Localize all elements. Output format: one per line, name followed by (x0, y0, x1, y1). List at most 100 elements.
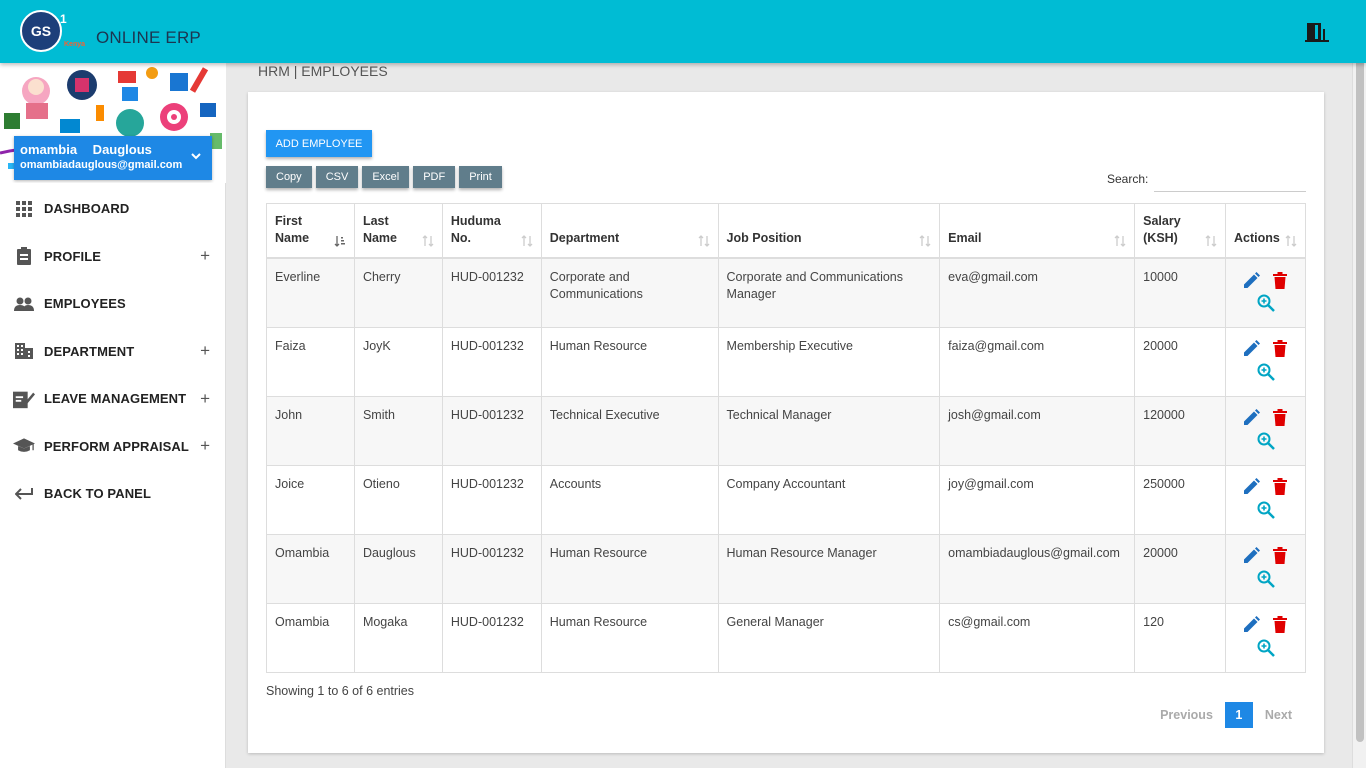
pencil-icon[interactable] (1243, 409, 1261, 427)
table-cell: 120 (1134, 603, 1227, 673)
table-cell: HUD-001232 (441, 327, 542, 397)
sidebar-item-perform-appraisal[interactable]: PERFORM APPRAISAL + (0, 423, 226, 471)
add-employee-button[interactable]: ADD EMPLOYEE (266, 130, 372, 157)
people-icon (13, 293, 35, 315)
trash-icon[interactable] (1271, 478, 1289, 496)
pencil-icon[interactable] (1243, 271, 1261, 289)
trash-icon[interactable] (1271, 616, 1289, 634)
zoom-in-icon[interactable] (1257, 294, 1275, 312)
trash-icon[interactable] (1271, 409, 1289, 427)
user-name: omambia Dauglous (20, 142, 152, 157)
gs1-logo: GS 1 Kenya (20, 10, 85, 52)
user-email: omambiadauglous@gmail.com (20, 159, 183, 171)
clipboard-icon (13, 245, 35, 267)
sidebar-item-label: EMPLOYEES (44, 296, 126, 312)
expand-plus-icon[interactable]: + (200, 389, 210, 409)
zoom-in-icon[interactable] (1257, 501, 1275, 519)
zoom-in-icon[interactable] (1257, 639, 1275, 657)
sidebar-item-profile[interactable]: PROFILE + (0, 233, 226, 281)
column-header[interactable]: Department (540, 203, 719, 259)
logo-mark: GS (20, 10, 62, 52)
table-cell: John (266, 396, 355, 466)
sort-icon (698, 235, 709, 247)
sort-icon (1205, 235, 1217, 247)
scrollbar-thumb[interactable] (1356, 26, 1364, 742)
copy-button[interactable]: Copy (266, 166, 312, 188)
column-header[interactable]: Job Position (717, 203, 941, 259)
exit-door-icon[interactable] (1304, 21, 1330, 43)
pencil-icon[interactable] (1243, 478, 1261, 496)
table-row: Faiza JoyK HUD-001232 Human Resource Members… (266, 327, 1306, 397)
column-header[interactable]: Last Name (353, 203, 443, 259)
table-cell: Mogaka (353, 603, 443, 673)
previous-button[interactable]: Previous (1148, 708, 1225, 722)
excel-button[interactable]: Excel (362, 166, 410, 188)
actions-cell (1225, 603, 1306, 673)
table-info: Showing 1 to 6 of 6 entries (266, 684, 415, 698)
pdf-button[interactable]: PDF (413, 166, 456, 188)
table-cell: Cherry (353, 258, 443, 328)
next-button[interactable]: Next (1253, 708, 1304, 722)
page-scrollbar[interactable] (1352, 0, 1366, 768)
expand-plus-icon[interactable]: + (200, 436, 210, 456)
trash-icon[interactable] (1271, 340, 1289, 358)
table-cell: HUD-001232 (441, 603, 542, 673)
table-cell: Human Resource Manager (717, 534, 941, 604)
table-cell: 20000 (1134, 327, 1227, 397)
sidebar-item-label: DASHBOARD (44, 201, 130, 217)
table-cell: Joice (266, 465, 355, 535)
table-cell: eva@gmail.com (939, 258, 1136, 328)
sidebar-item-department[interactable]: DEPARTMENT + (0, 328, 226, 376)
column-header[interactable]: First Name (266, 203, 355, 259)
trash-icon[interactable] (1271, 547, 1289, 565)
top-bar: GS 1 Kenya ONLINE ERP (0, 0, 1366, 63)
pencil-icon[interactable] (1243, 340, 1261, 358)
sidebar-item-back-to-panel[interactable]: BACK TO PANEL (0, 470, 226, 518)
column-header[interactable]: Huduma No. (441, 203, 542, 259)
csv-button[interactable]: CSV (315, 166, 359, 188)
expand-plus-icon[interactable]: + (200, 246, 210, 266)
column-header-label: Name (362, 231, 397, 245)
pencil-icon[interactable] (1243, 616, 1261, 634)
chevron-down-icon[interactable] (190, 150, 202, 162)
table-cell: cs@gmail.com (939, 603, 1136, 673)
column-header-label: First (275, 214, 303, 228)
table-row: Everline Cherry HUD-001232 Corporate and Co… (266, 258, 1306, 328)
pagination: Previous 1 Next (1148, 702, 1304, 728)
column-header[interactable]: Email (939, 203, 1136, 259)
table-cell: JoyK (353, 327, 443, 397)
sidebar-item-label: LEAVE MANAGEMENT (44, 391, 187, 407)
breadcrumb: HRM | EMPLOYEES (258, 63, 388, 79)
table-cell: Dauglous (353, 534, 443, 604)
table-cell: HUD-001232 (441, 258, 542, 328)
zoom-in-icon[interactable] (1257, 432, 1275, 450)
column-header[interactable]: Actions (1225, 203, 1306, 259)
user-card[interactable]: omambia Dauglous omambiadauglous@gmail.c… (14, 136, 212, 180)
actions-cell (1225, 258, 1306, 328)
table-cell: HUD-001232 (441, 534, 542, 604)
sidebar-item-leave-management[interactable]: LEAVE MANAGEMENT + (0, 375, 226, 423)
table-header-row: First Name Last Name Huduma No. Department Job … (266, 203, 1306, 259)
table-cell: josh@gmail.com (939, 396, 1136, 466)
table-cell: HUD-001232 (441, 396, 542, 466)
table-cell: HUD-001232 (441, 465, 542, 535)
expand-plus-icon[interactable]: + (200, 341, 210, 361)
sort-icon (1114, 235, 1126, 247)
table-cell: Human Resource (540, 534, 719, 604)
search-input[interactable] (1154, 170, 1306, 192)
table-cell: Technical Executive (540, 396, 719, 466)
trash-icon[interactable] (1271, 271, 1289, 289)
sidebar-item-dashboard[interactable]: DASHBOARD (0, 185, 226, 233)
table-cell: Corporate and Communications Manager (717, 258, 941, 328)
page-1-button[interactable]: 1 (1224, 702, 1253, 728)
column-header-label: No. (450, 231, 472, 245)
print-button[interactable]: Print (459, 166, 502, 188)
zoom-in-icon[interactable] (1257, 570, 1275, 588)
arrow-back-icon (13, 483, 35, 505)
column-header[interactable]: Salary (KSH) (1134, 203, 1227, 259)
sort-icon (1285, 235, 1297, 247)
sidebar-item-employees[interactable]: EMPLOYEES (0, 280, 226, 328)
zoom-in-icon[interactable] (1257, 363, 1275, 381)
building-icon (13, 340, 35, 362)
pencil-icon[interactable] (1243, 547, 1261, 565)
